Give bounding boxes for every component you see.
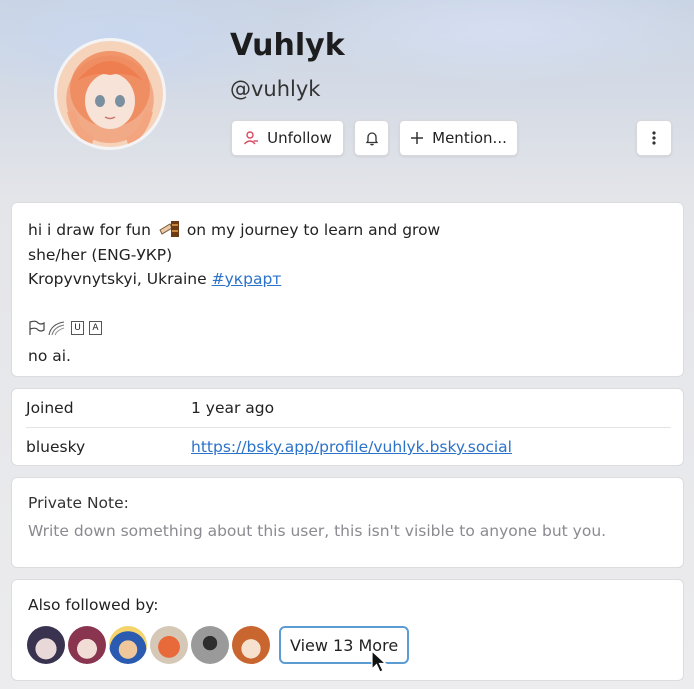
display-name: Vuhlyk	[230, 28, 345, 63]
unfollow-button[interactable]: Unfollow	[231, 120, 344, 156]
field-key: bluesky	[26, 438, 86, 456]
kebab-menu-icon	[652, 131, 656, 145]
mention-label: Mention...	[432, 129, 507, 147]
field-key: Joined	[26, 399, 74, 417]
more-options-button[interactable]	[636, 120, 672, 156]
follower-avatar[interactable]	[109, 626, 147, 664]
followed-by-avatars: View 13 More	[27, 626, 410, 664]
follower-avatar[interactable]	[68, 626, 106, 664]
rainbow-icon	[48, 320, 65, 335]
unfollow-label: Unfollow	[267, 129, 332, 147]
hashtag-link[interactable]: #украрт	[212, 270, 282, 288]
mouse-cursor-icon	[371, 650, 387, 673]
bio-location: Kropyvnytskyi, Ukraine	[28, 270, 207, 288]
bio-line-2: she/her (ENG-УКР)	[28, 245, 173, 264]
follower-avatar[interactable]	[150, 626, 188, 664]
handle: @vuhlyk	[230, 77, 321, 101]
profile-fields-card: Joined 1 year ago bluesky https://bsky.a…	[11, 388, 684, 466]
view-more-button[interactable]: View 13 More	[279, 626, 410, 664]
bio-line-1: hi i draw for fun on my journey to learn…	[28, 218, 667, 243]
follower-avatar[interactable]	[191, 626, 229, 664]
bio-icons-line: U A	[28, 316, 667, 340]
field-row-joined: Joined 1 year ago	[26, 389, 671, 427]
private-note-label: Private Note:	[28, 494, 129, 512]
bluesky-profile-link[interactable]: https://bsky.app/profile/vuhlyk.bsky.soc…	[191, 438, 512, 456]
flag-icon	[29, 320, 45, 335]
follower-avatar[interactable]	[232, 626, 270, 664]
bio-line-5: no ai.	[28, 346, 71, 365]
unfollow-icon	[244, 131, 259, 145]
private-note-card[interactable]: Private Note: Write down something about…	[11, 477, 684, 568]
follower-avatar[interactable]	[27, 626, 65, 664]
followed-by-label: Also followed by:	[28, 596, 159, 614]
bio-text-end: on my journey to learn and grow	[186, 221, 441, 239]
private-note-input[interactable]: Write down something about this user, th…	[28, 522, 667, 540]
bio-card: hi i draw for fun on my journey to learn…	[11, 202, 684, 377]
plus-icon	[411, 132, 424, 144]
followed-by-card: Also followed by: View 13 More	[11, 579, 684, 681]
profile-header: Vuhlyk @vuhlyk Unfollow Mention...	[0, 0, 694, 195]
bio-line-3: Kropyvnytskyi, Ukraine #украрт	[28, 267, 667, 292]
avatar-illustration	[67, 51, 153, 145]
bell-icon	[365, 132, 378, 146]
mention-button[interactable]: Mention...	[399, 120, 518, 156]
field-row-bluesky: bluesky https://bsky.app/profile/vuhlyk.…	[26, 428, 671, 466]
pencil-art-icon	[159, 221, 179, 237]
letter-u-key-icon: U	[71, 320, 84, 335]
profile-avatar[interactable]	[54, 38, 166, 150]
notify-button[interactable]	[354, 120, 389, 156]
field-value: 1 year ago	[191, 399, 275, 417]
bio-text: hi i draw for fun	[28, 221, 151, 239]
letter-a-key-icon: A	[89, 320, 102, 335]
